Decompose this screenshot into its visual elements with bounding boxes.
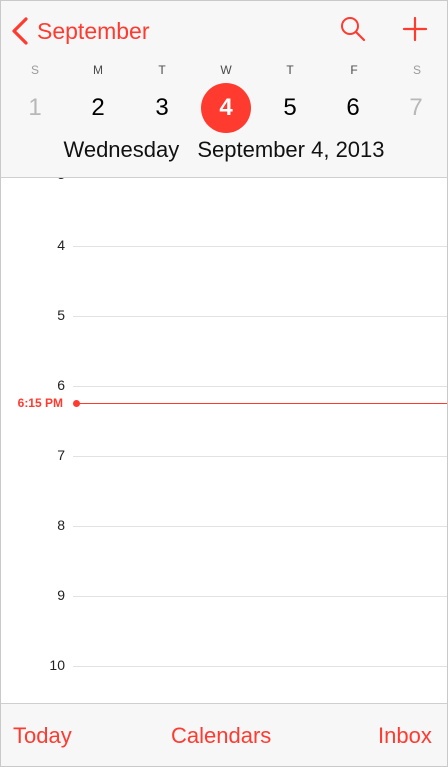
hour-label-6: 6 xyxy=(57,377,65,393)
hour-line xyxy=(73,316,447,317)
day-number: 5 xyxy=(283,94,297,121)
day-6[interactable]: 6 xyxy=(328,83,378,133)
hour-label-10: 10 xyxy=(49,657,65,673)
calendars-button[interactable]: Calendars xyxy=(171,723,271,749)
selected-weekday: Wednesday xyxy=(63,137,180,162)
day-number: 7 xyxy=(409,94,423,121)
weekday-wednesday: W xyxy=(220,63,232,77)
selected-date-title: Wednesday September 4, 2013 xyxy=(1,137,447,163)
back-button[interactable]: September xyxy=(11,15,150,47)
search-button[interactable] xyxy=(339,15,367,43)
day-1[interactable]: 1 xyxy=(10,83,60,133)
hour-line xyxy=(73,386,447,387)
day-number: 6 xyxy=(346,94,360,121)
hour-label-8: 8 xyxy=(57,517,65,533)
today-button[interactable]: Today xyxy=(13,723,72,749)
hour-label-5: 5 xyxy=(57,307,65,323)
weekday-monday: M xyxy=(93,63,103,77)
hour-line xyxy=(73,246,447,247)
back-button-label: September xyxy=(37,17,150,44)
add-event-button[interactable] xyxy=(401,15,429,43)
bottom-toolbar: Today Calendars Inbox xyxy=(1,703,447,766)
day-5[interactable]: 5 xyxy=(265,83,315,133)
hour-line xyxy=(73,596,447,597)
hour-line xyxy=(73,456,447,457)
search-icon xyxy=(341,17,366,42)
weekday-tuesday: T xyxy=(158,63,166,77)
day-number: 4 xyxy=(219,94,233,121)
hour-line xyxy=(73,526,447,527)
hour-line xyxy=(73,666,447,667)
hour-label-7: 7 xyxy=(57,447,65,463)
day-2[interactable]: 2 xyxy=(73,83,123,133)
current-time-label: 6:15 PM xyxy=(17,396,63,410)
chevron-left-icon xyxy=(12,17,28,45)
day-3[interactable]: 3 xyxy=(137,83,187,133)
calendar-app: September S M T W T F S 1 2 3 4 5 6 7 We… xyxy=(0,0,448,767)
selected-date: September 4, 2013 xyxy=(197,137,385,162)
weekday-thursday: T xyxy=(286,63,294,77)
day-7[interactable]: 7 xyxy=(391,83,441,133)
inbox-button[interactable]: Inbox xyxy=(378,723,432,749)
day-timeline[interactable]: 3 4 5 6 6:15 PM 7 8 9 10 xyxy=(1,178,447,703)
calendar-header: September S M T W T F S 1 2 3 4 5 6 7 We… xyxy=(1,1,447,178)
hour-label-9: 9 xyxy=(57,587,65,603)
current-time-line xyxy=(77,403,447,404)
weekday-saturday: S xyxy=(412,63,421,77)
day-number: 3 xyxy=(155,94,169,121)
weekday-sunday: S xyxy=(30,63,39,77)
day-4-selected[interactable]: 4 xyxy=(201,83,251,133)
hour-label-3: 3 xyxy=(1,178,65,182)
weekday-friday: F xyxy=(350,63,358,77)
plus-icon xyxy=(402,16,428,42)
day-number: 2 xyxy=(91,94,105,121)
hour-label-4: 4 xyxy=(57,237,65,253)
day-number: 1 xyxy=(28,94,42,121)
